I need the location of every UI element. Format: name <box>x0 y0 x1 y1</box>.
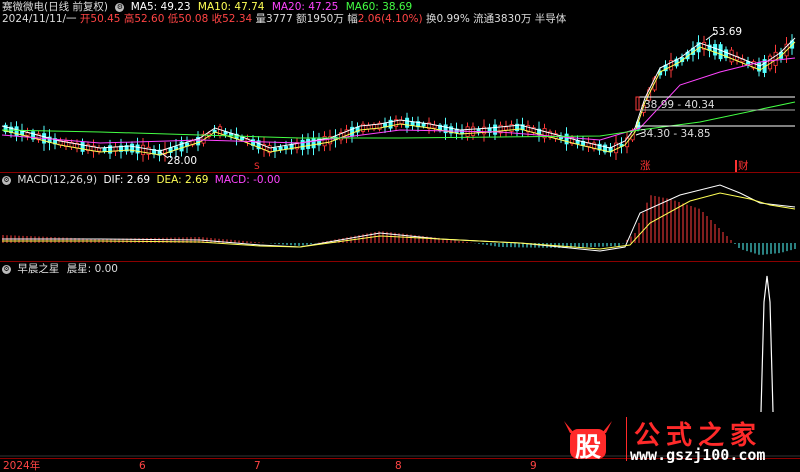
low-price-annotation: 28.00 <box>167 155 198 167</box>
candle-body <box>273 147 278 152</box>
indicator-spike <box>760 275 774 413</box>
candle-body <box>284 146 289 150</box>
x-axis-label-6: 6 <box>139 460 146 472</box>
marker-zhang[interactable]: 涨 <box>640 160 651 172</box>
candle-body <box>300 139 305 150</box>
x-axis-label-8: 8 <box>395 460 402 472</box>
candle-body <box>713 44 718 56</box>
candle-body <box>306 138 311 149</box>
candle-body <box>504 126 509 131</box>
x-axis-label-2024: 2024年 <box>3 460 41 472</box>
candle-body <box>564 133 569 145</box>
candle-body <box>405 117 410 128</box>
high-price-annotation: 53.69 <box>712 26 743 38</box>
candle-body <box>141 144 146 156</box>
x-axis-label-7: 7 <box>254 460 261 472</box>
band-marker <box>635 96 640 111</box>
candle-body <box>278 146 283 151</box>
watermark-url: www.gszj100.com <box>630 446 766 464</box>
candle-body <box>366 125 371 130</box>
price-chart[interactable] <box>0 0 800 172</box>
macd-chart[interactable] <box>0 173 800 261</box>
watermark-divider <box>626 417 627 461</box>
candle-body <box>311 137 316 149</box>
candle-body <box>718 44 723 60</box>
candle-body <box>421 123 426 127</box>
upper-band-label: 38.99 - 40.34 <box>644 99 715 111</box>
candle-body <box>729 49 734 63</box>
x-axis-label-9: 9 <box>530 460 537 472</box>
candle-body <box>493 124 498 135</box>
candle-body <box>102 148 107 152</box>
candle-body <box>80 141 85 152</box>
marker-cai[interactable]: 财 <box>735 160 749 172</box>
candle-body <box>476 128 481 134</box>
watermark-logo-char: 股 <box>575 433 602 463</box>
lower-band-label: 34.30 - 34.85 <box>640 128 711 140</box>
watermark: 股 公式之家 www.gszj100.com <box>560 415 792 465</box>
